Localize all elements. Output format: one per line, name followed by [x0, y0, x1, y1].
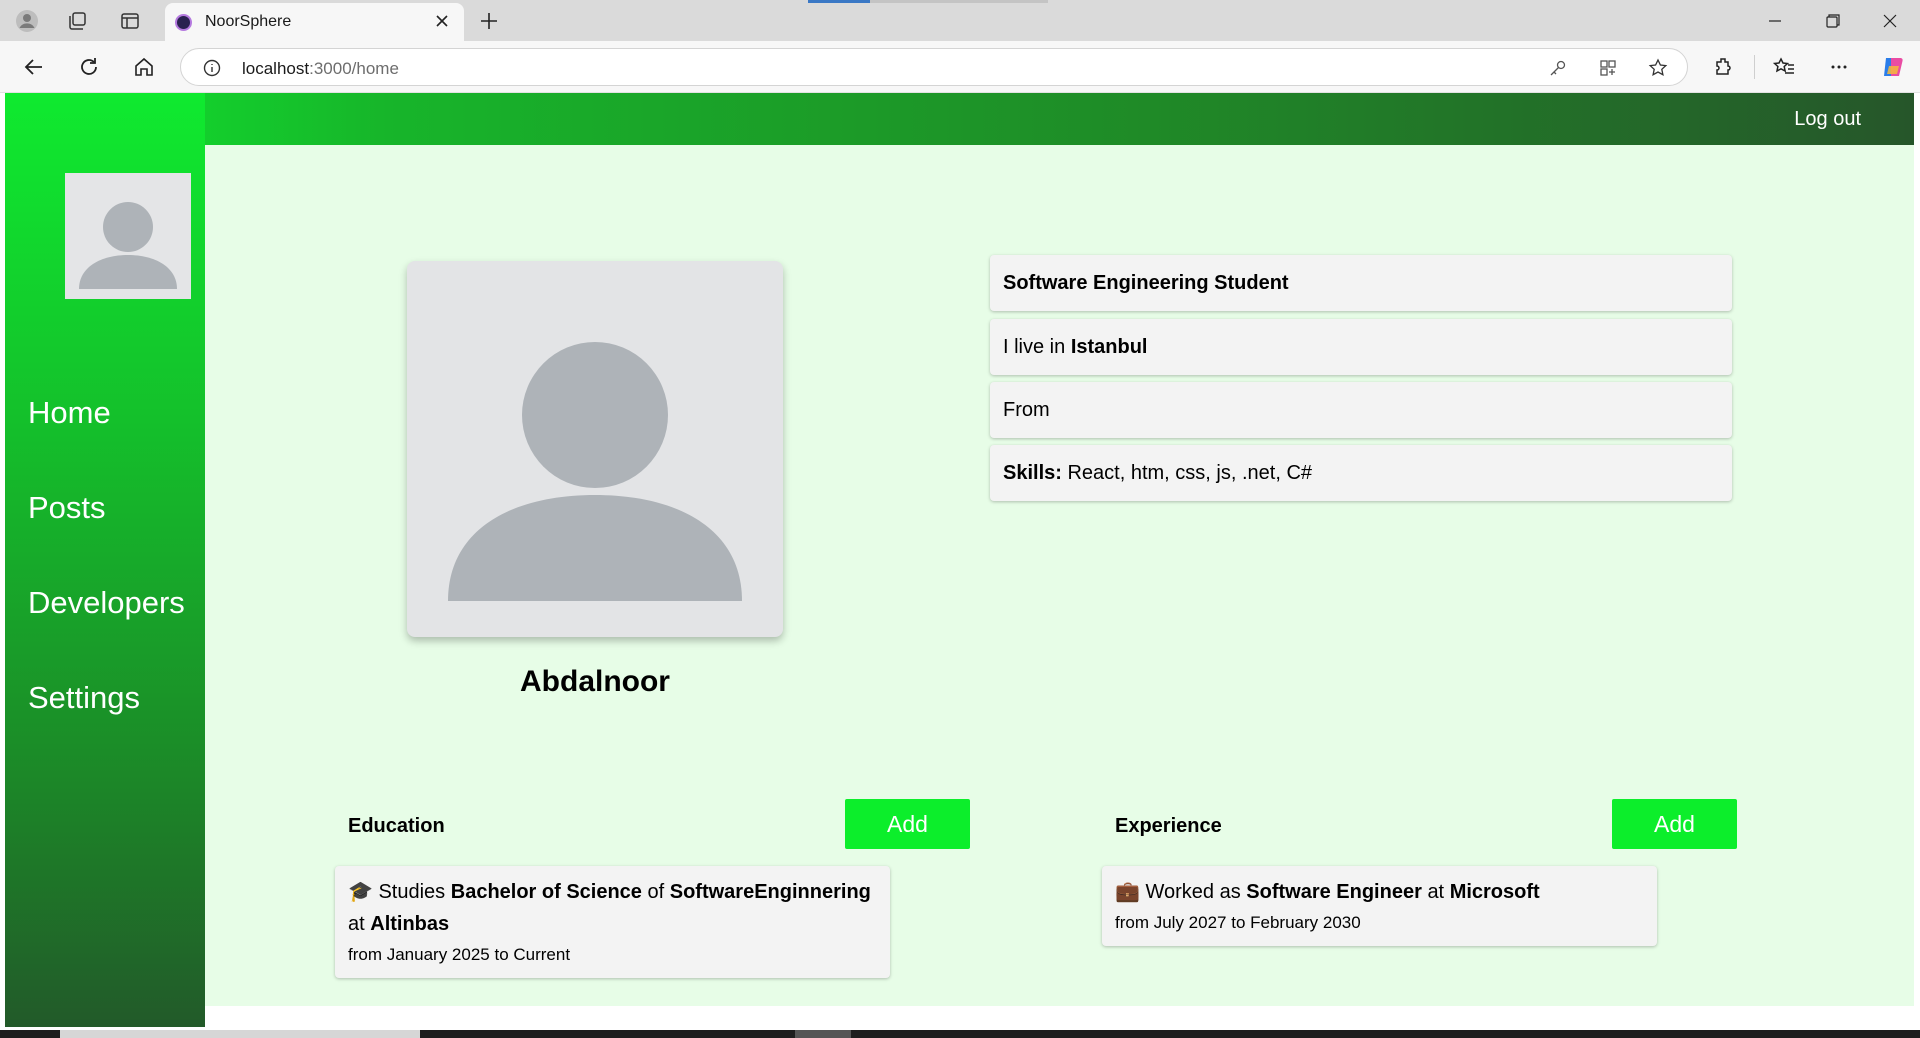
education-field: SoftwareEnginnering	[669, 881, 871, 903]
experience-dates: from July 2027 to February 2030	[1115, 913, 1361, 932]
location-prefix: I live in	[1003, 335, 1066, 358]
site-info-icon[interactable]	[203, 59, 221, 77]
education-dates: from January 2025 to Current	[348, 945, 571, 964]
skills-label: Skills:	[1003, 461, 1062, 484]
back-icon[interactable]	[20, 53, 48, 81]
sidebar-item-posts[interactable]: Posts	[28, 490, 106, 526]
taskbar-item[interactable]	[60, 1030, 420, 1038]
education-entry: 🎓 Studies Bachelor of Science of Softwar…	[335, 866, 890, 978]
favorites-icon[interactable]	[1770, 53, 1798, 81]
sidebar-avatar[interactable]	[65, 173, 191, 299]
sidebar: Home Posts Developers Settings	[5, 93, 205, 1027]
tab-noorsphere[interactable]: NoorSphere	[165, 3, 464, 41]
minimize-icon[interactable]	[1752, 7, 1798, 35]
profile-location-card: I live in Istanbul	[990, 319, 1732, 375]
app-available-icon[interactable]	[1597, 57, 1619, 79]
browser-tab-bar: NoorSphere	[0, 0, 1920, 41]
briefcase-icon: 💼	[1115, 881, 1140, 903]
profile-city: Istanbul	[1070, 335, 1148, 358]
url-text: localhost:3000/home	[242, 59, 399, 78]
add-education-button[interactable]: Add	[845, 799, 970, 849]
education-title: Education	[348, 815, 445, 837]
toolbar-divider	[1754, 55, 1755, 79]
extensions-icon[interactable]	[1710, 53, 1738, 81]
sidebar-item-settings[interactable]: Settings	[28, 680, 140, 716]
browser-address-bar: localhost:3000/home	[0, 41, 1920, 93]
restore-icon[interactable]	[1810, 7, 1856, 35]
graduation-cap-icon: 🎓	[348, 881, 373, 903]
tab-actions-icon[interactable]	[117, 8, 143, 34]
reload-icon[interactable]	[75, 53, 103, 81]
logout-button[interactable]: Log out	[1794, 108, 1861, 131]
profile-skills-card: Skills: React, htm, css, js, .net, C#	[990, 445, 1732, 501]
sidebar-item-home[interactable]: Home	[28, 395, 111, 431]
favorite-star-icon[interactable]	[1647, 57, 1669, 79]
skills-list: React, htm, css, js, .net, C#	[1067, 461, 1313, 484]
os-taskbar	[0, 1030, 1920, 1038]
close-tab-icon[interactable]	[430, 9, 454, 33]
sidebar-item-developers[interactable]: Developers	[28, 585, 185, 621]
top-header: Log out	[5, 93, 1914, 145]
education-degree: Bachelor of Science	[450, 881, 642, 903]
tab-title: NoorSphere	[205, 13, 292, 30]
main-content: Abdalnoor Software Engineering Student I…	[205, 145, 1914, 1006]
key-icon[interactable]	[1547, 57, 1569, 79]
experience-entry: 💼 Worked as Software Engineer at Microso…	[1102, 866, 1657, 946]
close-window-icon[interactable]	[1867, 7, 1913, 35]
add-experience-button[interactable]: Add	[1612, 799, 1737, 849]
more-options-icon[interactable]	[1825, 53, 1853, 81]
workspaces-icon[interactable]	[64, 8, 90, 34]
taskbar-item[interactable]	[795, 1030, 851, 1038]
loading-indicator	[808, 0, 870, 3]
experience-position: Software Engineer	[1246, 881, 1422, 903]
copilot-icon[interactable]	[1879, 53, 1907, 81]
education-school: Altinbas	[370, 913, 450, 935]
experience-company: Microsoft	[1449, 881, 1540, 903]
from-label: From	[1003, 398, 1050, 421]
loading-track	[870, 0, 1048, 3]
home-icon[interactable]	[130, 53, 158, 81]
profile-title-card: Software Engineering Student	[990, 255, 1732, 311]
app-root: Log out Home Posts Developers Settings A…	[5, 93, 1914, 1027]
profile-from-card: From	[990, 382, 1732, 438]
url-input[interactable]: localhost:3000/home	[180, 48, 1688, 86]
profile-photo	[407, 261, 783, 637]
site-favicon-icon	[175, 14, 192, 31]
profile-icon[interactable]	[14, 8, 40, 34]
new-tab-icon[interactable]	[476, 8, 502, 34]
profile-title: Software Engineering Student	[1003, 271, 1289, 294]
experience-title: Experience	[1115, 815, 1222, 837]
profile-name: Abdalnoor	[520, 665, 670, 698]
